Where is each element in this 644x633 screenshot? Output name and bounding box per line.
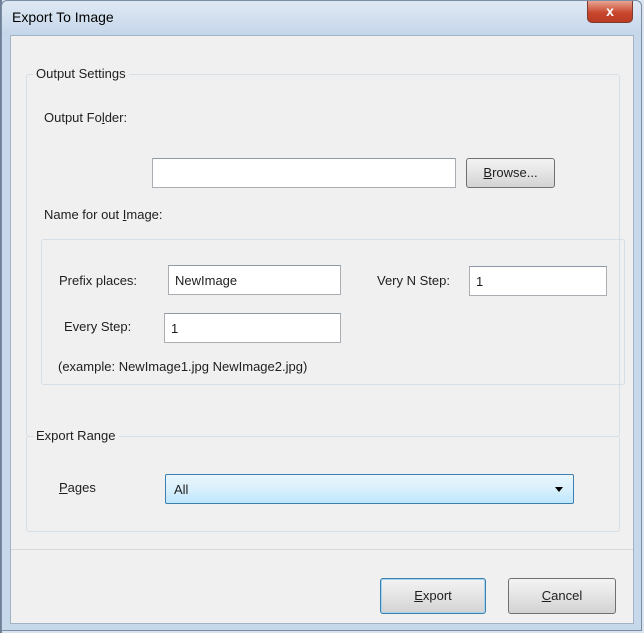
very-n-step-input[interactable]: 1 [469,266,607,296]
cancel-button[interactable]: Cancel [508,578,616,614]
every-step-label: Every Step: [64,319,132,334]
close-button[interactable]: x [587,1,633,23]
title-bar: Export To Image x [2,1,641,35]
output-folder-input[interactable] [152,158,456,188]
output-settings-legend: Output Settings [33,66,129,81]
pages-select-value: All [174,482,189,497]
dialog-title: Export To Image [12,9,114,25]
output-folder-label: Output Folder: [44,110,128,125]
dialog-body: Output Settings Output Folder: Browse...… [10,35,634,624]
browse-button[interactable]: Browse... [466,158,555,188]
footer-separator [11,549,633,550]
close-icon: x [606,3,614,19]
image-name-label: Name for out Image: [44,207,163,222]
prefix-input[interactable]: NewImage [168,265,341,295]
chevron-down-icon[interactable] [555,487,563,492]
pages-label: Pages [59,480,96,495]
export-range-legend: Export Range [33,428,119,443]
export-button[interactable]: Export [380,578,486,614]
pages-select[interactable]: All [165,474,574,504]
every-step-input[interactable]: 1 [164,313,341,343]
very-n-step-label: Very N Step: [377,273,450,288]
export-dialog: Export To Image x Output Settings Output… [1,0,642,631]
prefix-label: Prefix places: [59,273,138,288]
filename-example: (example: NewImage1.jpg NewImage2.jpg) [58,359,308,374]
